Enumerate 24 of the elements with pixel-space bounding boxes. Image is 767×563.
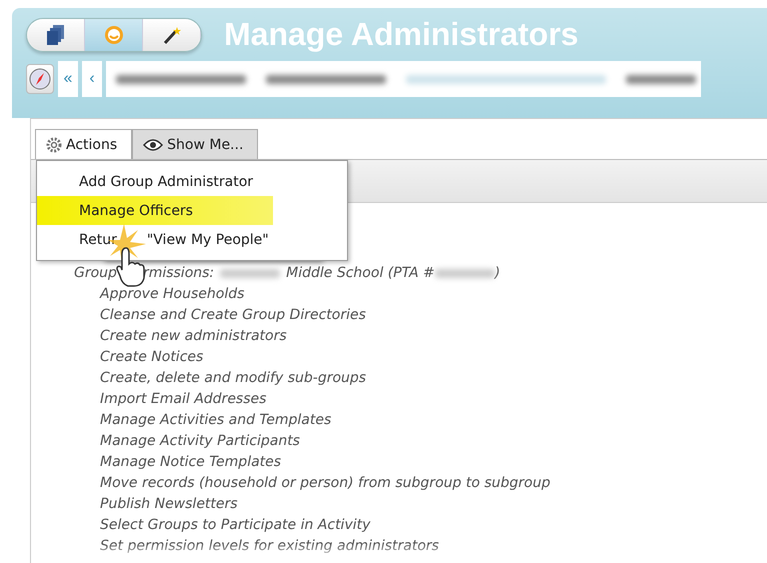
permission-item: Create new administrators (100, 327, 288, 346)
permission-item: Set permission levels for existing administrators (100, 537, 440, 556)
permission-item: Cleanse and Create Group Directories (100, 306, 367, 325)
menu-item[interactable]: Manage Officers (37, 196, 273, 225)
permission-item: Manage Activity Participants (100, 432, 301, 451)
permission-item: Create, delete and modify sub-groups (100, 369, 368, 388)
permission-item: Manage Notice Templates (100, 453, 282, 472)
group-name: Middle School (PTA # (286, 265, 435, 281)
permission-item: Select Groups to Participate in Activity (100, 516, 372, 535)
permission-item: Move records (household or person) from subgroup to subgroup (100, 474, 552, 493)
permission-item: Approve Households (100, 285, 246, 304)
menu-item[interactable]: Retur "View My People" (37, 225, 347, 254)
permissions-label: Group (74, 265, 117, 281)
tab[interactable]: Actions (35, 129, 132, 159)
nav-button[interactable]: ‹ (82, 61, 102, 97)
permission-item: Import Email Addresses (100, 390, 268, 409)
permission-item: Create Notices (100, 348, 204, 367)
tab[interactable]: Show Me... (132, 129, 258, 159)
group-close: ) (494, 265, 500, 281)
permission-item: Manage Activities and Templates (100, 411, 332, 430)
nav-button[interactable]: « (58, 61, 78, 97)
permission-item: Publish Newsletters (100, 495, 239, 514)
menu-item[interactable]: Add Group Administrator (37, 167, 347, 196)
page-title: Manage Administrators (224, 16, 578, 53)
